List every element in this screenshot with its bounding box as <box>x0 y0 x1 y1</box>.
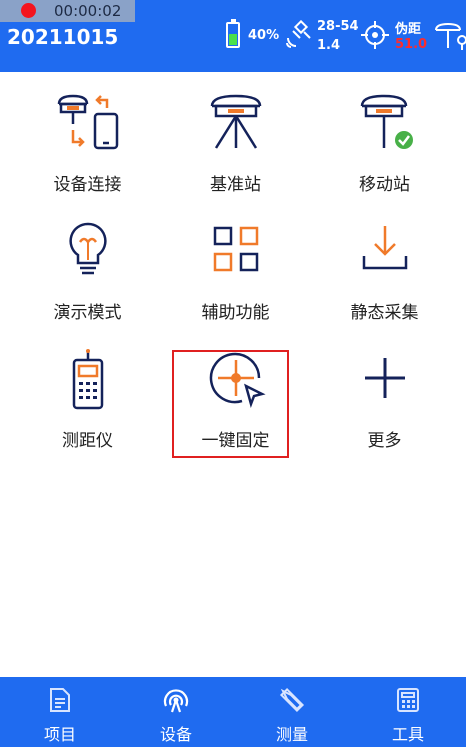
grid-item-demo-mode[interactable]: 演示模式 <box>10 200 165 325</box>
function-grid: 设备连接 基准站 移动站 演示模式 辅助功能 静态采集 测距仪 一键固定 更多 <box>0 72 466 677</box>
recording-time: 00:00:02 <box>54 2 122 20</box>
grid-item-label: 辅助功能 <box>201 303 270 323</box>
nav-item-survey[interactable]: 测量 <box>234 677 350 747</box>
nav-label: 工具 <box>391 725 424 744</box>
grid-item-base-station[interactable]: 基准站 <box>158 72 313 197</box>
record-dot-icon <box>21 3 36 18</box>
pseudo-range-value: 51.0 <box>395 37 428 52</box>
grid-apps-icon <box>213 226 258 272</box>
grid-item-label: 移动站 <box>359 175 410 195</box>
status-header: 00:00:02 20211015 40% 28-54 1.4 伪距 51.0 <box>0 0 466 72</box>
nav-item-project[interactable]: 项目 <box>2 677 118 747</box>
document-icon <box>50 688 70 712</box>
precision-value: 1.4 <box>317 38 341 53</box>
device-connect-icon <box>57 94 118 150</box>
satellite-count: 28-54 <box>317 19 359 34</box>
grid-item-more[interactable]: 更多 <box>307 328 462 453</box>
bottom-nav: 项目 设备 测量 工具 <box>0 677 466 747</box>
rangefinder-icon <box>72 349 103 410</box>
download-icon <box>362 226 407 270</box>
battery-icon <box>226 19 240 48</box>
grid-item-label: 基准站 <box>210 175 261 195</box>
nav-label: 项目 <box>43 725 76 744</box>
pseudo-range-label: 伪距 <box>395 22 422 37</box>
calculator-icon <box>397 688 419 712</box>
recording-indicator: 00:00:02 <box>0 0 135 22</box>
plus-icon <box>364 358 405 398</box>
grid-item-label: 设备连接 <box>53 175 122 195</box>
satellite-icon <box>286 20 311 48</box>
grid-item-label: 静态采集 <box>350 303 419 323</box>
antenna-icon <box>163 689 189 713</box>
grid-item-rover-station[interactable]: 移动站 <box>307 72 462 197</box>
selection-highlight <box>172 350 289 458</box>
battery-text: 40% <box>248 28 280 43</box>
grid-item-static-collect[interactable]: 静态采集 <box>307 200 462 325</box>
rover-station-icon <box>360 94 413 149</box>
nav-item-tools[interactable]: 工具 <box>350 677 466 747</box>
nav-item-device[interactable]: 设备 <box>118 677 234 747</box>
nav-label: 设备 <box>159 725 192 744</box>
grid-item-auxiliary[interactable]: 辅助功能 <box>158 200 313 325</box>
date-label: 20211015 <box>7 25 119 49</box>
base-station-icon <box>210 94 261 149</box>
receiver-status-icon <box>435 22 466 50</box>
target-icon <box>361 21 389 49</box>
grid-item-device-connect[interactable]: 设备连接 <box>10 72 165 197</box>
grid-item-label: 演示模式 <box>53 303 122 323</box>
bulb-icon <box>68 222 107 275</box>
grid-item-label: 更多 <box>367 431 402 451</box>
nav-label: 测量 <box>275 725 308 744</box>
grid-item-label: 测距仪 <box>62 431 113 451</box>
pen-ruler-icon <box>279 687 305 713</box>
grid-item-rangefinder[interactable]: 测距仪 <box>10 328 165 453</box>
